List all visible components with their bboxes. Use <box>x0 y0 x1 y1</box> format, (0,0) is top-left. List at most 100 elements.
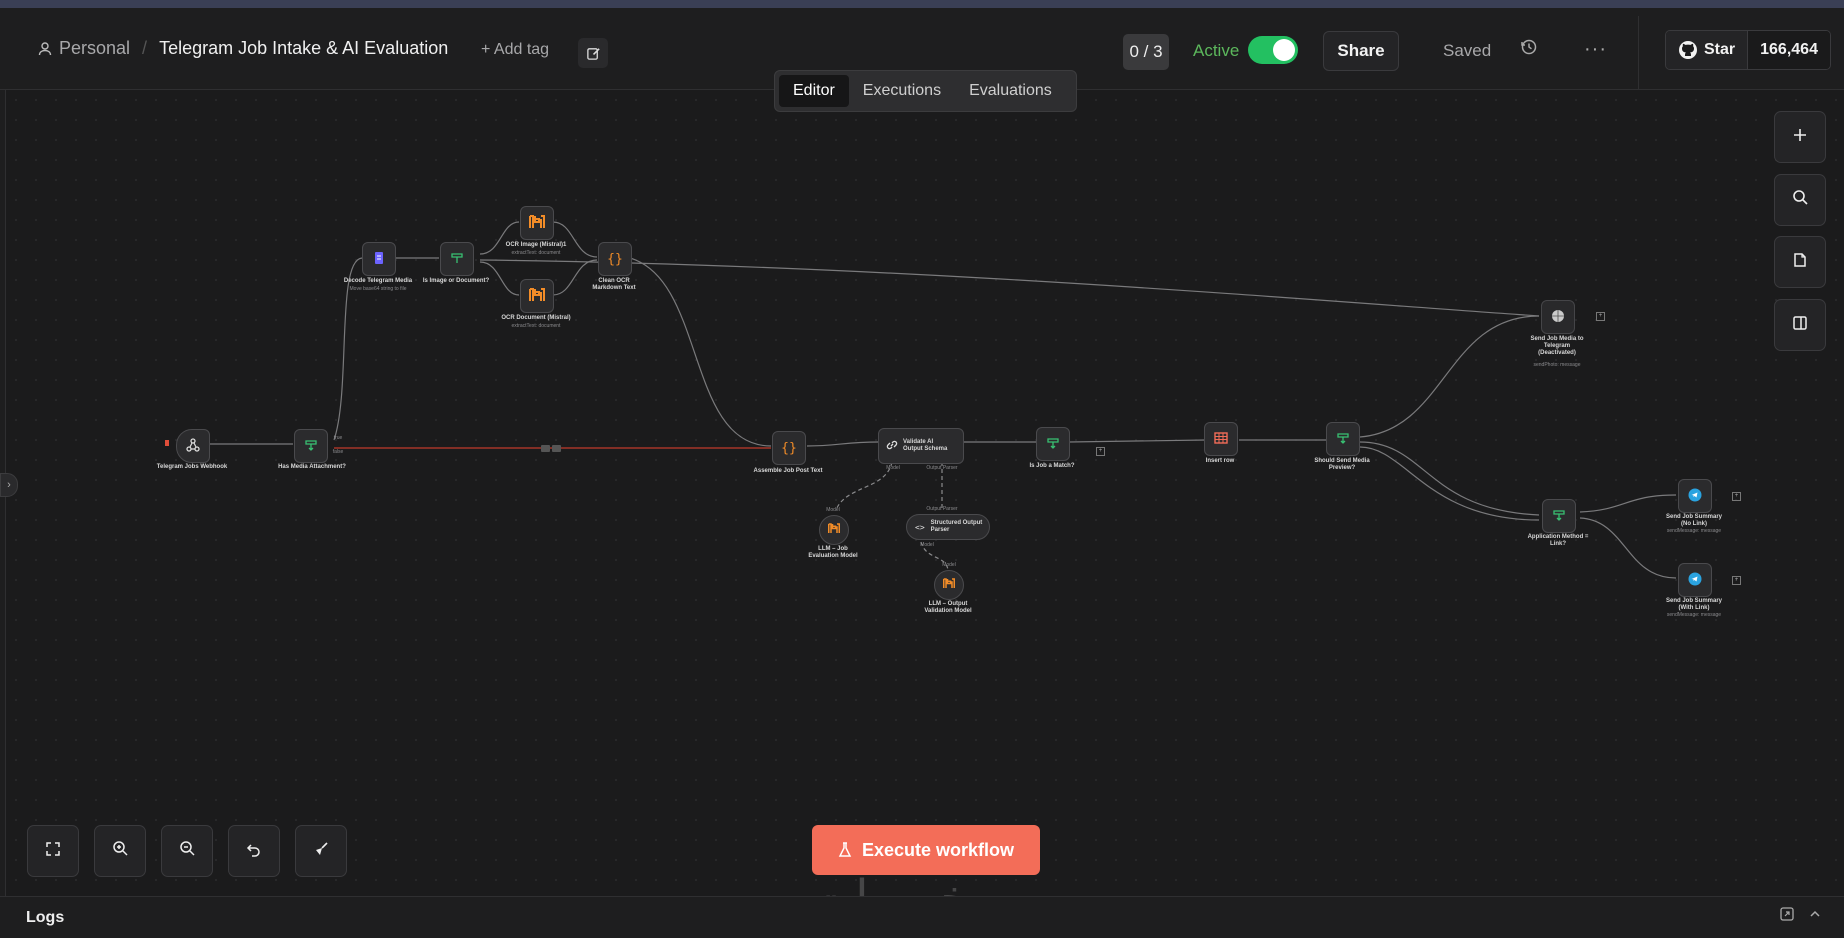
node-subtitle: sendMessage: message <box>1666 528 1722 534</box>
trigger-marker <box>165 440 169 446</box>
file-convert-icon <box>372 251 386 268</box>
node-subtitle: extractText: document <box>511 323 561 329</box>
node-assemble-post[interactable]: {} <box>772 431 806 465</box>
search-icon <box>1792 189 1809 211</box>
flask-icon <box>838 842 852 858</box>
add-node-plus-icon[interactable]: + <box>1732 492 1741 501</box>
node-subtitle: sendPhoto: message <box>1533 362 1581 368</box>
node-telegram-webhook[interactable] <box>176 429 210 463</box>
if-branch-icon <box>304 438 318 455</box>
telegram-icon <box>1688 572 1702 589</box>
node-ocr-image[interactable] <box>520 206 554 240</box>
logs-panel[interactable] <box>0 896 1844 938</box>
breadcrumb: Personal / Telegram Job Intake & AI Eval… <box>37 38 448 59</box>
node-is-match[interactable] <box>1036 427 1070 461</box>
node-validate-schema[interactable]: Validate AI Output Schema <box>878 428 964 464</box>
switch-icon <box>450 251 464 268</box>
node-label: Send Job Media to Telegram (Deactivated) <box>1530 336 1584 356</box>
fit-view-button[interactable] <box>27 825 79 877</box>
node-application-method[interactable] <box>1542 499 1576 533</box>
active-toggle[interactable] <box>1248 36 1298 64</box>
github-star-button[interactable]: Star <box>1666 31 1749 69</box>
node-label: Has Media Attachment? <box>278 464 346 470</box>
connections-layer <box>209 221 1677 579</box>
node-label: Application Method = Link? <box>1527 534 1589 547</box>
connection-add-icon[interactable] <box>541 445 550 452</box>
add-node-plus-icon[interactable]: + <box>1596 312 1605 321</box>
node-subtitle: Move base64 string to file <box>349 286 407 292</box>
zoom-out-icon <box>179 840 196 862</box>
node-clean-ocr[interactable]: {} <box>598 242 632 276</box>
node-should-send[interactable] <box>1326 422 1360 456</box>
tab-editor[interactable]: Editor <box>779 75 849 107</box>
if-branch-icon <box>1552 508 1566 525</box>
code-tag-icon: <> <box>915 522 925 532</box>
node-llm-validation[interactable] <box>934 570 964 600</box>
search-nodes-button[interactable] <box>1774 174 1826 226</box>
logs-title[interactable]: Logs <box>26 909 64 927</box>
undo-button[interactable] <box>228 825 280 877</box>
project-link[interactable]: Personal <box>59 38 130 59</box>
top-strip <box>0 0 1844 8</box>
breadcrumb-separator: / <box>142 38 148 58</box>
node-label: Clean OCR Markdown Text <box>592 278 636 291</box>
active-label: Active <box>1193 41 1240 60</box>
edit-description-icon[interactable] <box>578 38 608 68</box>
sticky-note-button[interactable] <box>1774 236 1826 288</box>
node-subtitle: extractText: document <box>511 250 561 256</box>
node-label: Assemble Job Post Text <box>753 468 823 474</box>
node-label: Validate AI Output Schema <box>903 439 948 452</box>
add-node-button[interactable] <box>1774 111 1826 163</box>
node-has-media[interactable] <box>294 429 328 463</box>
zoom-in-button[interactable] <box>94 825 146 877</box>
evaluation-counter[interactable]: 0 / 3 <box>1123 34 1169 70</box>
node-label: OCR Document (Mistral) <box>501 315 571 321</box>
add-tag-button[interactable]: + Add tag <box>481 41 549 59</box>
mistral-icon <box>943 576 955 594</box>
tidy-up-button[interactable] <box>295 825 347 877</box>
tab-evaluations[interactable]: Evaluations <box>955 75 1066 107</box>
webhook-icon <box>185 437 201 456</box>
toggle-panel-button[interactable] <box>1774 299 1826 351</box>
fit-view-icon <box>45 841 61 862</box>
add-node-plus-icon[interactable]: + <box>1732 576 1741 585</box>
node-label: Send Job Summary (With Link) <box>1665 598 1722 611</box>
node-is-image[interactable] <box>440 242 474 276</box>
node-llm-evaluation[interactable] <box>819 515 849 545</box>
plus-icon <box>1792 127 1808 148</box>
history-icon[interactable] <box>1520 38 1538 61</box>
port-label-parser: Output Parser <box>926 506 958 512</box>
tab-executions[interactable]: Executions <box>849 75 955 107</box>
github-icon <box>1678 40 1698 60</box>
workflow-title[interactable]: Telegram Job Intake & AI Evaluation <box>159 38 448 59</box>
add-node-plus-icon[interactable]: + <box>1096 447 1105 456</box>
node-send-media[interactable] <box>1541 300 1575 334</box>
github-star-widget[interactable]: Star 166,464 <box>1665 30 1831 70</box>
mistral-icon <box>529 287 545 305</box>
workflow-canvas[interactable]: Telegram Jobs Webhook Has Media Attachme… <box>6 90 1844 896</box>
note-icon <box>1792 252 1808 273</box>
node-send-no-link[interactable] <box>1678 479 1712 513</box>
node-label: Structured Output Parser <box>930 520 983 533</box>
node-label: Should Send Media Preview? <box>1314 458 1370 471</box>
more-options-icon[interactable]: ··· <box>1584 38 1607 61</box>
table-grid-icon <box>1214 431 1228 448</box>
connection-delete-icon[interactable] <box>552 445 561 452</box>
person-icon <box>37 41 53 57</box>
node-ocr-document[interactable] <box>520 279 554 313</box>
popout-icon[interactable] <box>1780 907 1794 926</box>
chevron-up-icon[interactable] <box>1808 907 1822 926</box>
share-button[interactable]: Share <box>1323 31 1399 71</box>
node-insert-row[interactable] <box>1204 422 1238 456</box>
execute-label: Execute workflow <box>861 839 1015 860</box>
node-label: LLM – Job Evaluation Model <box>808 546 858 559</box>
output-label-false: false <box>332 449 344 455</box>
execute-workflow-button[interactable]: Execute workflow <box>812 825 1040 875</box>
node-label: Insert row <box>1205 458 1235 464</box>
zoom-out-button[interactable] <box>161 825 213 877</box>
node-decode-media[interactable] <box>362 242 396 276</box>
node-subtitle: sendMessage: message <box>1666 612 1722 618</box>
node-send-with-link[interactable] <box>1678 563 1712 597</box>
node-structured-parser[interactable]: <> Structured Output Parser <box>906 514 990 540</box>
broom-icon <box>313 841 329 862</box>
